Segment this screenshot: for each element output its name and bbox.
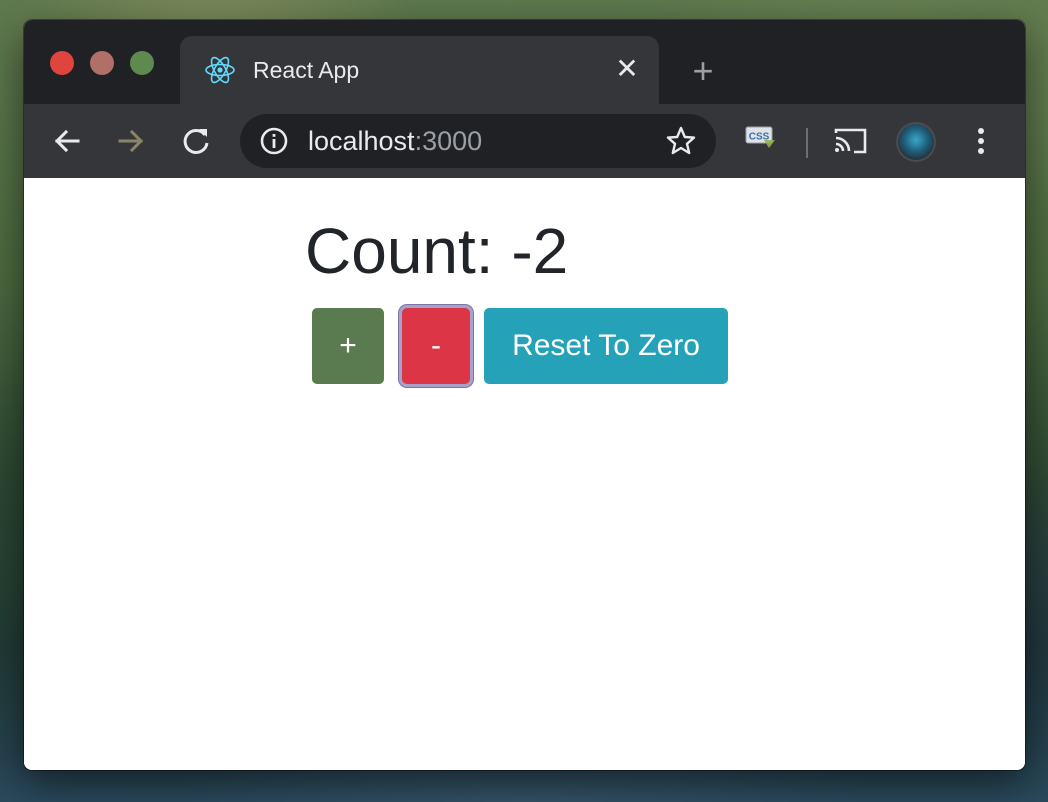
toolbar-divider (806, 128, 808, 158)
arrow-right-icon[interactable] (112, 122, 150, 160)
react-icon (204, 54, 236, 86)
css-icon[interactable]: CSS (742, 120, 782, 160)
tab-title: React App (253, 57, 360, 83)
arrow-left-icon[interactable] (48, 122, 86, 160)
page-content: Count: -2 + - Reset To Zero (24, 178, 1025, 770)
window-minimize-button[interactable] (90, 51, 114, 75)
url-host: localhost (308, 126, 415, 156)
count-heading: Count: -2 (305, 215, 569, 287)
cast-icon[interactable] (832, 122, 870, 160)
decrement-button[interactable]: - (402, 308, 470, 384)
tab-strip: React App ✕ + (24, 20, 1025, 104)
window-close-button[interactable] (50, 51, 74, 75)
increment-button[interactable]: + (312, 308, 384, 384)
window-maximize-button[interactable] (130, 51, 154, 75)
tab-close-icon[interactable]: ✕ (612, 54, 642, 84)
reload-icon[interactable] (177, 122, 215, 160)
info-icon[interactable] (259, 126, 289, 156)
address-bar[interactable]: localhost:3000 (240, 114, 716, 168)
star-icon[interactable] (664, 124, 698, 158)
url-text: localhost:3000 (308, 126, 482, 156)
avatar[interactable] (896, 122, 936, 162)
more-vert-icon[interactable] (962, 122, 1000, 160)
browser-toolbar: localhost:3000 CSS (24, 104, 1025, 178)
tab-react-app[interactable]: React App ✕ (180, 36, 659, 104)
reset-button[interactable]: Reset To Zero (484, 308, 728, 384)
url-port: :3000 (414, 126, 483, 156)
new-tab-button[interactable]: + (685, 53, 721, 89)
browser-window: React App ✕ + localhost:3000 CSS Count: … (24, 20, 1025, 770)
